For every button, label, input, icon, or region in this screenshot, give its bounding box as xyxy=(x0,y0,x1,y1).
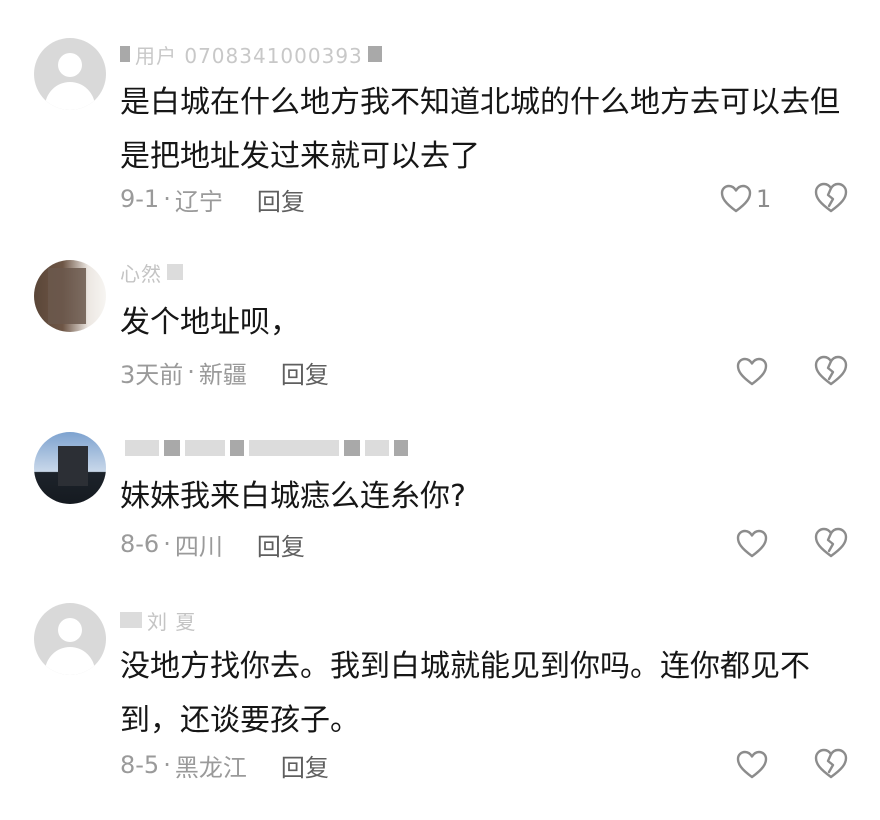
dislike-button[interactable] xyxy=(814,748,848,782)
comment-location: 黑龙江 xyxy=(174,753,247,782)
reply-button[interactable]: 回复 xyxy=(281,748,329,783)
default-avatar-icon[interactable] xyxy=(34,603,106,675)
comment-item: 刘 夏 没地方找你去。我到白城就能见到你吗。连你都见不到，还谈要孩子。 8-5 … xyxy=(0,0,880,820)
broken-heart-icon xyxy=(814,748,848,780)
heart-outline-icon xyxy=(736,750,768,780)
comment-text: 没地方找你去。我到白城就能见到你吗。连你都见不到，还谈要孩子。 xyxy=(120,649,810,738)
comment-date: 8-5 xyxy=(120,751,160,779)
username[interactable]: 刘 夏 xyxy=(120,610,196,634)
comment-meta: 8-5 · 黑龙江 回复 xyxy=(120,748,329,782)
like-button[interactable] xyxy=(736,748,772,782)
